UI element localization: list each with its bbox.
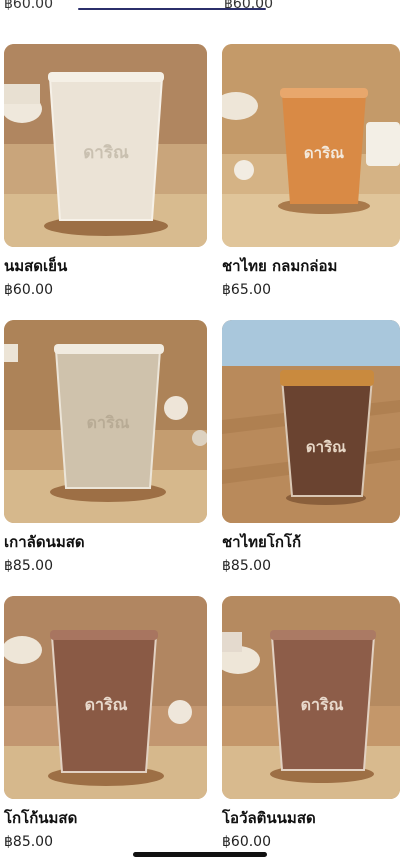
product-name: เกาลัดนมสด <box>4 533 85 551</box>
product-price: ฿85.00 <box>4 834 53 850</box>
product-price: ฿85.00 <box>4 558 53 574</box>
product-name: ชาไทย กลมกล่อม <box>222 257 338 275</box>
iced-drink-image: ดาริณ <box>222 44 400 247</box>
iced-drink-image: ดาริณ <box>4 596 207 799</box>
brand-mark: ดาริณ <box>301 695 344 714</box>
brand-mark: ดาริณ <box>85 695 128 714</box>
iced-drink-image: ดาริณ <box>4 320 207 523</box>
product-price: ฿60.00 <box>222 834 271 850</box>
brand-mark: ดาริณ <box>87 413 130 432</box>
product-price: ฿60.00 <box>4 282 53 298</box>
product-photo: ดาริณ <box>4 320 207 523</box>
product-photo: ดาริณ <box>4 596 207 799</box>
brand-mark: ดาริณ <box>83 143 129 163</box>
product-name: ชาไทยโกโก้ <box>222 533 302 551</box>
product-photo: ดาริณ <box>222 320 400 523</box>
product-photo: ดาริณ <box>222 596 400 799</box>
product-photo: ดาริณ <box>222 44 400 247</box>
product-price: ฿65.00 <box>222 282 271 298</box>
product-name: นมสดเย็น <box>4 257 68 275</box>
product-grid: ดาริณ นมสดเย็น ฿60.00 ดาริณ ชาไทย กลมกล่… <box>0 0 400 865</box>
iced-drink-image: ดาริณ <box>4 44 207 247</box>
brand-mark: ดาริณ <box>304 144 344 162</box>
product-name: โกโก้นมสด <box>4 809 78 827</box>
product-name: โอวัลตินนมสด <box>222 809 316 827</box>
brand-mark: ดาริณ <box>306 438 346 456</box>
iced-drink-image: ดาริณ <box>222 320 400 523</box>
product-price: ฿85.00 <box>222 558 271 574</box>
home-indicator[interactable] <box>133 852 267 857</box>
iced-drink-image: ดาริณ <box>222 596 400 799</box>
product-photo: ดาริณ <box>4 44 207 247</box>
